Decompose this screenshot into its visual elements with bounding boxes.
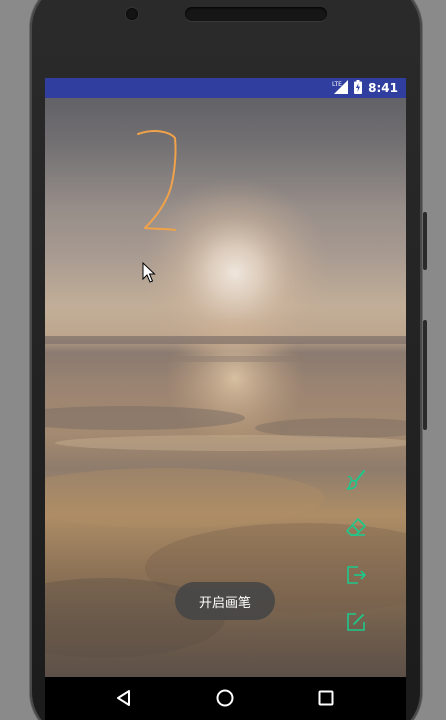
power-button[interactable] — [423, 320, 427, 430]
recents-button[interactable] — [315, 687, 337, 709]
toast-text: 开启画笔 — [198, 595, 251, 611]
recents-icon — [318, 690, 334, 706]
brush-tool[interactable] — [344, 468, 368, 492]
status-time: 8:41 — [368, 81, 398, 95]
edit-icon — [347, 613, 365, 631]
battery-charging-icon — [354, 79, 363, 98]
front-camera — [126, 8, 138, 20]
edit-tool[interactable] — [344, 610, 368, 634]
volume-button[interactable] — [423, 212, 427, 270]
exit-icon — [347, 566, 366, 584]
brush-icon — [346, 470, 365, 490]
back-icon — [117, 690, 130, 706]
device-screen: LTE 8:41 开启画笔 — [45, 78, 406, 677]
home-button[interactable] — [214, 687, 236, 709]
earpiece-speaker — [185, 7, 327, 21]
drawing-canvas[interactable]: 开启画笔 — [45, 98, 406, 677]
back-button[interactable] — [113, 687, 135, 709]
exit-tool[interactable] — [344, 563, 368, 587]
status-bar: LTE 8:41 — [45, 78, 406, 98]
home-icon — [216, 689, 234, 707]
mouse-cursor-icon — [142, 262, 156, 283]
eraser-tool[interactable] — [344, 515, 368, 539]
toast-message: 开启画笔 — [175, 582, 275, 620]
eraser-icon — [346, 518, 366, 536]
lte-signal-icon: LTE — [332, 79, 349, 98]
emulator-stage: LTE 8:41 开启画笔 — [0, 0, 446, 720]
network-label: LTE — [332, 81, 342, 88]
navigation-bar — [45, 677, 406, 720]
